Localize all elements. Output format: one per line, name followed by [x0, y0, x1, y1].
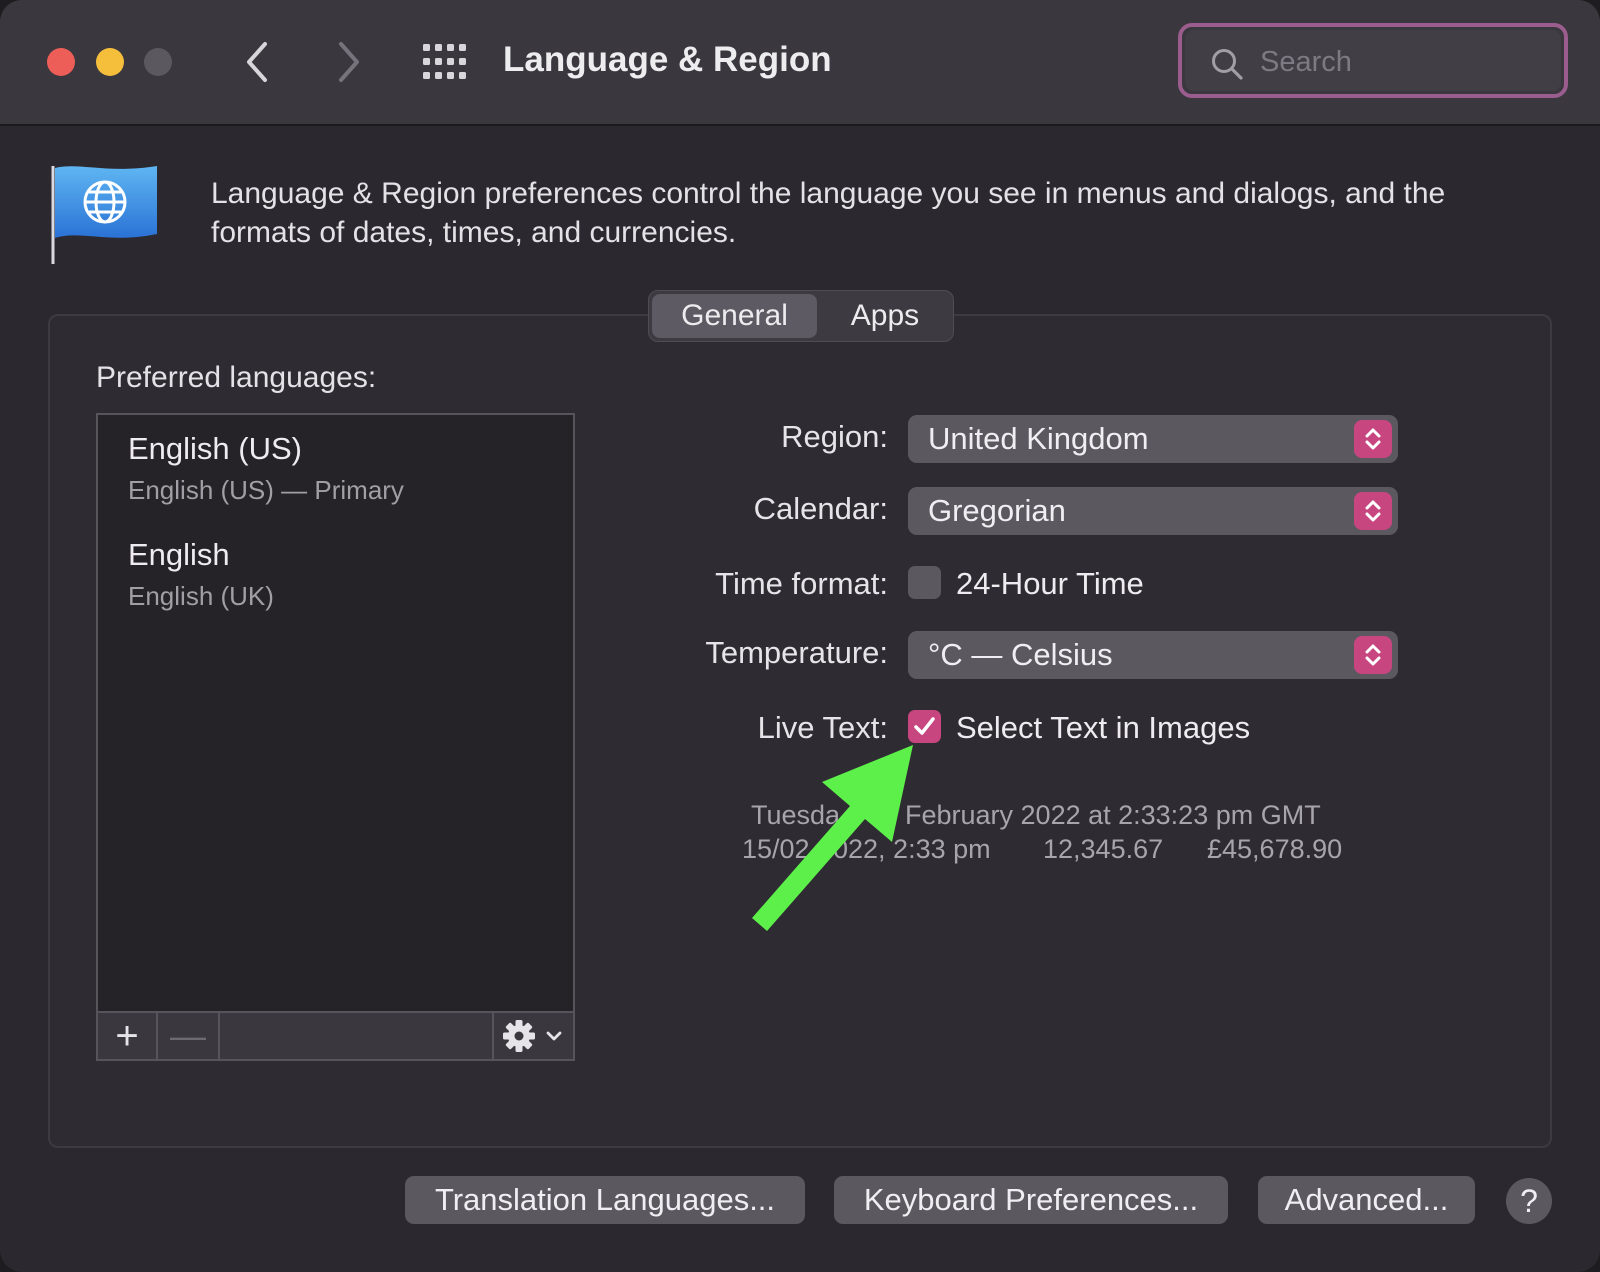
time-format-label: Time format:: [715, 566, 888, 601]
chevron-right-icon: [339, 42, 359, 82]
24-hour-time-checkbox[interactable]: [908, 566, 941, 599]
sample-number: 12,345.67: [1043, 834, 1164, 864]
popup-arrows-icon: [1354, 492, 1392, 530]
temperature-value: °C — Celsius: [928, 637, 1113, 672]
chevron-down-icon: [546, 1031, 562, 1041]
help-button[interactable]: ?: [1506, 1178, 1552, 1224]
tab-general[interactable]: General: [652, 294, 817, 338]
pane-description: Language & Region preferences control th…: [211, 177, 1446, 249]
region-popup[interactable]: United Kingdom: [908, 415, 1398, 463]
language-detail: English (UK): [128, 581, 274, 611]
grid-icon: [423, 44, 466, 79]
sample-date-long-end: February 2022 at 2:33:23 pm GMT: [905, 800, 1321, 830]
close-window-button[interactable]: [47, 48, 75, 76]
preferences-window: Language & Region Search Language & Regi…: [0, 0, 1600, 1272]
window-title: Language & Region: [503, 40, 832, 79]
tab-control: General Apps: [648, 290, 954, 342]
popup-arrows-icon: [1354, 636, 1392, 674]
zoom-window-button[interactable]: [144, 48, 172, 76]
region-label: Region:: [781, 419, 888, 454]
temperature-label: Temperature:: [705, 635, 888, 670]
search-input[interactable]: [1258, 41, 1552, 83]
language-name: English (US): [128, 431, 302, 466]
chevron-left-icon: [247, 42, 267, 82]
forward-button[interactable]: [328, 38, 368, 86]
advanced-button[interactable]: Advanced...: [1258, 1176, 1475, 1224]
calendar-popup[interactable]: Gregorian: [908, 487, 1398, 535]
minimize-window-button[interactable]: [96, 48, 124, 76]
calendar-label: Calendar:: [753, 491, 888, 526]
list-item[interactable]: English English (UK): [128, 537, 274, 612]
select-text-in-images-label[interactable]: Select Text in Images: [956, 710, 1250, 746]
annotation-arrow-icon: [752, 745, 913, 931]
translation-languages-button[interactable]: Translation Languages...: [405, 1176, 805, 1224]
tab-apps[interactable]: Apps: [819, 294, 951, 338]
back-button[interactable]: [238, 38, 278, 86]
calendar-value: Gregorian: [928, 493, 1066, 528]
popup-arrows-icon: [1354, 420, 1392, 458]
title-bar: Language & Region: [0, 0, 1600, 126]
language-name: English: [128, 537, 230, 572]
search-icon: [1212, 49, 1243, 80]
search-field[interactable]: [1178, 23, 1568, 98]
24-hour-time-label[interactable]: 24-Hour Time: [956, 566, 1144, 602]
show-all-button[interactable]: [423, 44, 467, 80]
keyboard-preferences-button[interactable]: Keyboard Preferences...: [834, 1176, 1228, 1224]
language-actions-button[interactable]: [492, 1013, 577, 1059]
globe-flag-icon: [49, 162, 161, 266]
add-language-button[interactable]: +: [98, 1013, 158, 1059]
preferred-languages-list[interactable]: English (US) English (US) — Primary Engl…: [96, 413, 575, 1013]
region-value: United Kingdom: [928, 421, 1149, 456]
languages-list-toolbar: + —: [96, 1013, 575, 1061]
preferred-languages-label: Preferred languages:: [96, 361, 377, 394]
language-detail: English (US) — Primary: [128, 475, 404, 505]
temperature-popup[interactable]: °C — Celsius: [908, 631, 1398, 679]
sample-currency: £45,678.90: [1207, 834, 1343, 864]
list-item[interactable]: English (US) English (US) — Primary: [128, 431, 404, 506]
remove-language-button[interactable]: —: [158, 1013, 220, 1059]
gear-icon: [503, 1020, 562, 1052]
